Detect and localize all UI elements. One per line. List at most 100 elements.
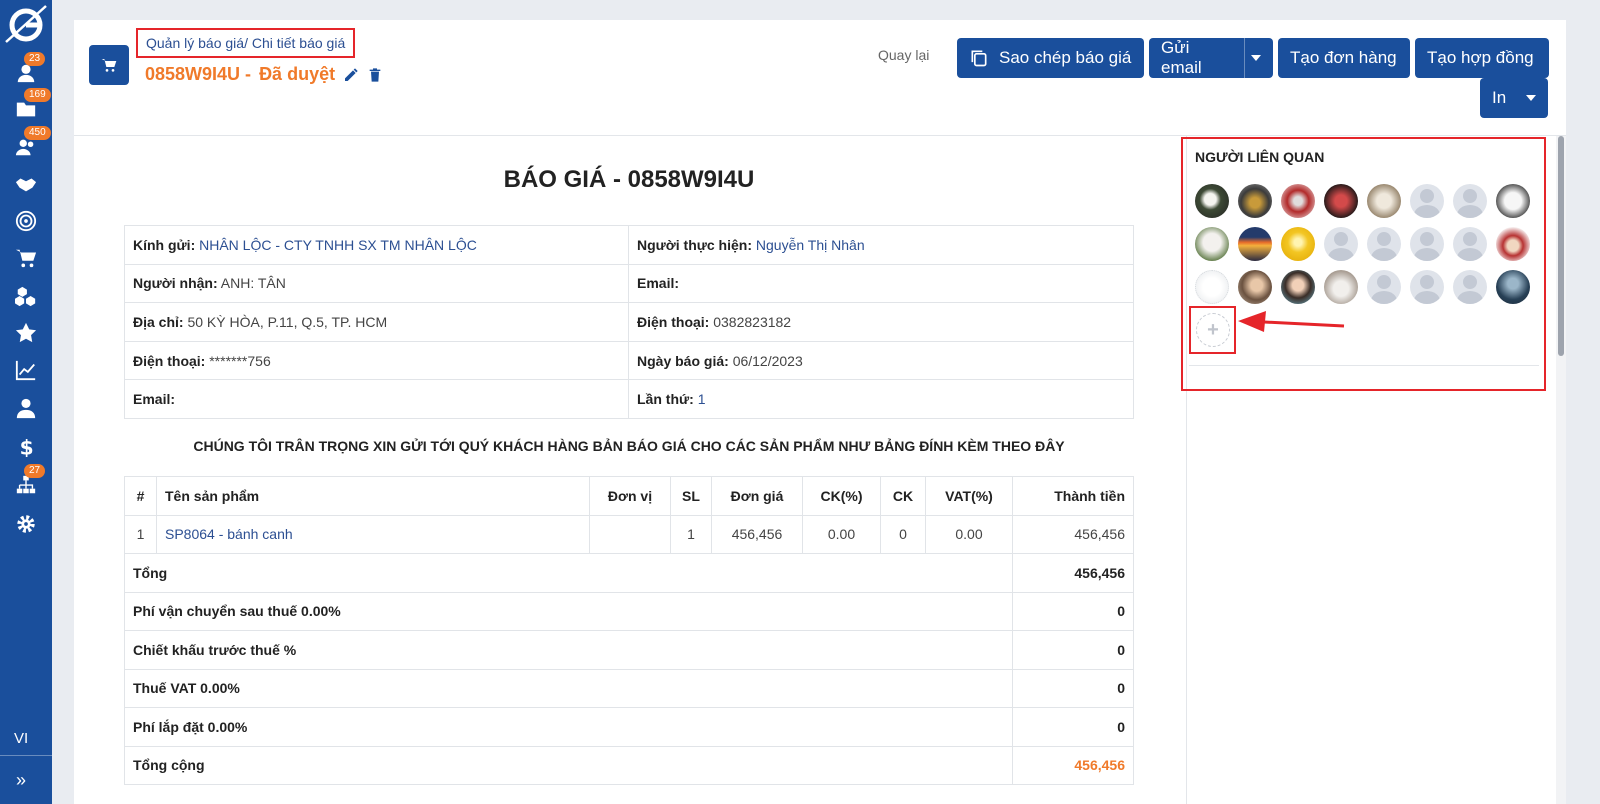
summary-label: Phí lắp đặt 0.00% <box>124 707 1013 747</box>
avatar[interactable] <box>1281 184 1315 218</box>
avatar[interactable] <box>1410 227 1444 261</box>
avatar[interactable] <box>1410 270 1444 304</box>
contacts-badge: 23 <box>24 52 46 66</box>
info-label: Kính gửi: <box>133 236 196 253</box>
avatar[interactable] <box>1367 184 1401 218</box>
sidebar-item-products[interactable] <box>10 283 42 309</box>
chevron-down-icon[interactable] <box>1526 95 1537 101</box>
info-label: Điện thoại: <box>637 313 710 330</box>
avatar[interactable] <box>1453 227 1487 261</box>
expand-sidebar-icon[interactable]: » <box>16 770 26 791</box>
language-switch[interactable]: VI <box>14 730 28 747</box>
qty-cell: 1 <box>670 514 712 554</box>
main-card: Quản lý báo giá/ Chi tiết báo giá 0858W9… <box>74 20 1566 804</box>
pencil-icon[interactable] <box>343 67 359 83</box>
chevron-down-icon[interactable] <box>1251 55 1261 61</box>
sidebar-item-goals[interactable] <box>10 208 42 234</box>
summary-label: Phí vận chuyển sau thuế 0.00% <box>124 591 1013 631</box>
avatar[interactable] <box>1367 227 1401 261</box>
discount-pct-cell: 0.00 <box>802 514 881 554</box>
handshake-icon <box>15 178 37 192</box>
trash-icon[interactable] <box>367 67 383 83</box>
avatar[interactable] <box>1324 227 1358 261</box>
sidebar-item-settings[interactable] <box>10 511 42 537</box>
avatar[interactable] <box>1453 184 1487 218</box>
app-logo[interactable] <box>4 2 48 46</box>
avatar[interactable] <box>1238 270 1272 304</box>
send-email-button[interactable]: Gửi email <box>1149 38 1273 78</box>
column-header: Đơn giá <box>711 476 803 516</box>
avatar[interactable] <box>1496 270 1530 304</box>
create-order-button[interactable]: Tạo đơn hàng <box>1278 38 1410 78</box>
sidebar-item-organization[interactable]: 27 <box>10 464 46 498</box>
avatar[interactable] <box>1496 184 1530 218</box>
print-button[interactable]: In <box>1480 78 1548 118</box>
sidebar-item-sales[interactable] <box>10 245 42 271</box>
summary-label: Thuế VAT 0.00% <box>124 668 1013 708</box>
summary-value: 0 <box>1012 668 1134 708</box>
vat-cell: 0.00 <box>925 514 1013 554</box>
unit-cell <box>589 514 671 554</box>
sidebar-item-favorites[interactable] <box>10 320 42 346</box>
performer-link[interactable]: Nguyễn Thị Nhân <box>756 237 865 253</box>
info-row: Địa chỉ: 50 KỲ HÒA, P.11, Q.5, TP. HCM Đ… <box>124 302 1134 342</box>
sidebar-item-employees[interactable] <box>10 395 42 421</box>
info-row: Người nhận: ANH: TÂN Email: <box>124 263 1134 304</box>
organization-badge: 27 <box>24 464 46 478</box>
avatar[interactable] <box>1238 227 1272 261</box>
sidebar-item-deals[interactable] <box>10 171 42 197</box>
avatar[interactable] <box>1195 227 1229 261</box>
product-link[interactable]: SP8064 - bánh canh <box>156 514 590 554</box>
price-cell: 456,456 <box>711 514 803 554</box>
sidebar-item-reports[interactable] <box>10 357 42 383</box>
avatar[interactable] <box>1410 184 1444 218</box>
create-order-label: Tạo đơn hàng <box>1290 48 1397 67</box>
row-number: 1 <box>124 514 157 554</box>
copy-quote-button[interactable]: Sao chép báo giá <box>957 38 1144 78</box>
column-header: VAT(%) <box>925 476 1013 516</box>
add-person-button[interactable]: + <box>1196 313 1230 347</box>
cart-icon <box>101 59 117 72</box>
grand-total-row: Tổng cộng 456,456 <box>124 745 1134 785</box>
avatar[interactable] <box>1195 270 1229 304</box>
quote-module-button[interactable] <box>89 45 129 85</box>
svg-text:$: $ <box>20 435 34 457</box>
copy-quote-label: Sao chép báo giá <box>999 48 1132 67</box>
avatar[interactable] <box>1324 270 1358 304</box>
back-link[interactable]: Quay lại <box>878 47 929 63</box>
scrollbar-thumb[interactable] <box>1558 136 1564 356</box>
avatar[interactable] <box>1367 270 1401 304</box>
avatar[interactable] <box>1195 184 1229 218</box>
column-header: # <box>124 476 157 516</box>
summary-row: Phí vận chuyển sau thuế 0.00% 0 <box>124 591 1134 631</box>
avatar[interactable] <box>1496 227 1530 261</box>
sidebar-item-leads[interactable]: 169 <box>10 88 51 122</box>
page-title: 0858W9I4U - Đã duyệt <box>145 64 383 85</box>
sidebar-item-finance[interactable]: $ <box>10 433 42 459</box>
gear-icon <box>17 515 35 533</box>
create-contract-button[interactable]: Tạo hợp đồng <box>1415 38 1549 78</box>
avatar[interactable] <box>1324 184 1358 218</box>
info-label: Người thực hiện: <box>637 236 753 253</box>
scrollbar[interactable] <box>1556 136 1566 804</box>
cubes-icon <box>15 286 36 307</box>
sidebar-item-customers[interactable]: 450 <box>10 126 51 160</box>
sidebar-item-contacts[interactable]: 23 <box>10 52 46 86</box>
send-email-label: Gửi email <box>1161 38 1202 77</box>
split-divider <box>1244 38 1245 78</box>
info-label: Email: <box>133 391 176 408</box>
sidebar: 23 169 450 $ 27 VI » <box>0 0 52 804</box>
related-people-title: NGƯỜI LIÊN QUAN <box>1195 149 1325 165</box>
customer-link[interactable]: NHÂN LỘC - CTY TNHH SX TM NHÂN LỘC <box>199 237 477 253</box>
avatar[interactable] <box>1238 184 1272 218</box>
breadcrumb[interactable]: Quản lý báo giá/ Chi tiết báo giá <box>136 28 356 58</box>
info-table: Kính gửi: NHÂN LỘC - CTY TNHH SX TM NHÂN… <box>124 225 1134 419</box>
avatar[interactable] <box>1453 270 1487 304</box>
add-person-highlight: + <box>1189 306 1236 354</box>
page-header: Quản lý báo giá/ Chi tiết báo giá 0858W9… <box>74 20 1566 136</box>
summary-label: Chiết khấu trước thuế % <box>124 630 1013 670</box>
summary-row: Thuế VAT 0.00% 0 <box>124 668 1134 708</box>
avatar[interactable] <box>1281 270 1315 304</box>
info-value: 06/12/2023 <box>732 352 803 369</box>
avatar[interactable] <box>1281 227 1315 261</box>
